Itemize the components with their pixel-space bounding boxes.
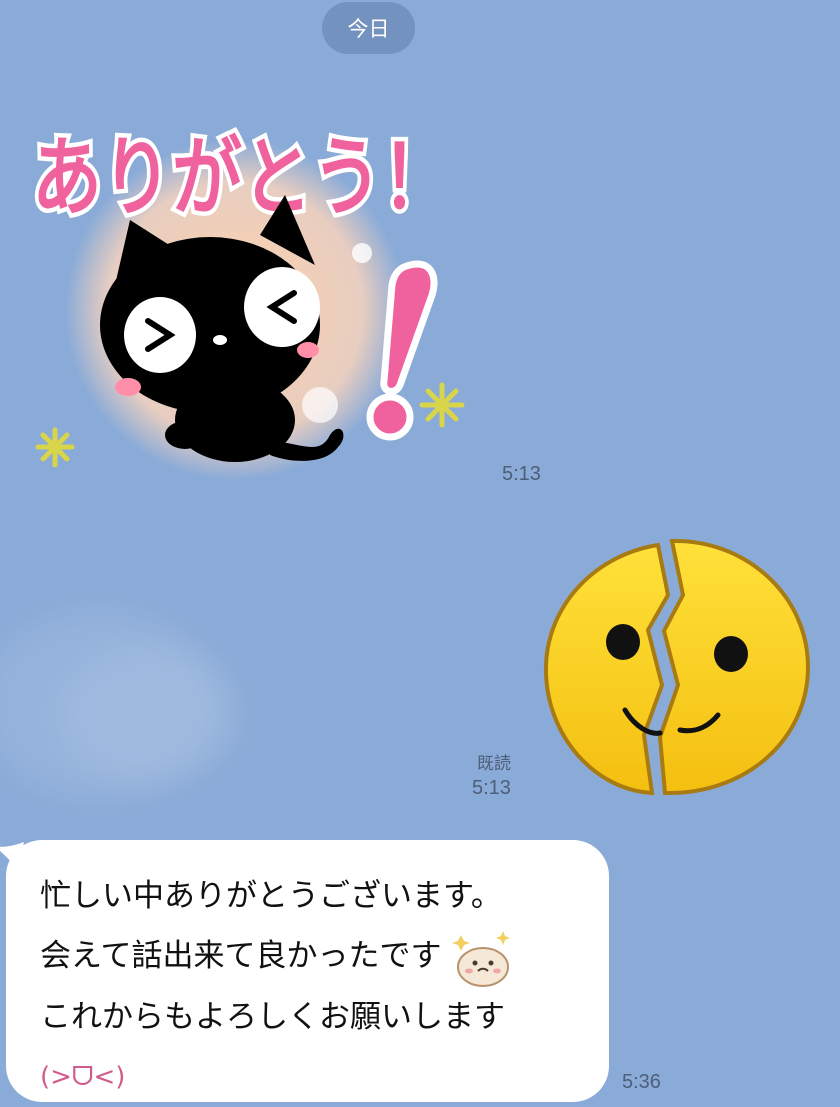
smiley-left-half (543, 542, 671, 796)
sticker-title-text: ありがとう！ (32, 128, 452, 228)
kaomoji: (>ᗜ<) (40, 1061, 126, 1092)
seal-emoji-icon (452, 930, 511, 987)
cat-cheek-left (115, 378, 141, 396)
message-time: 5:36 (622, 1071, 661, 1093)
message-text-line: 会えて話出来て良かったです (40, 938, 442, 974)
message-text-line: これからもよろしくお願いします (40, 998, 505, 1035)
exclamation-mark (380, 260, 438, 395)
black-cat-thank-you-sticker[interactable]: ありがとう！ (20, 95, 480, 485)
date-divider: 今日 (322, 2, 415, 54)
message-text-line: 忙しい中ありがとうございます。 (40, 878, 502, 914)
message-time: 5:13 (502, 463, 541, 485)
background-cloud (60, 650, 240, 780)
message-text-line-with-emoji: 会えて話出来て良かったです (40, 926, 609, 987)
bubble-tail (0, 842, 24, 870)
message-bubble[interactable]: 忙しい中ありがとうございます。 会えて話出来て良かったです これからもよろしくお… (0, 840, 609, 1102)
message-time: 5:13 (472, 777, 511, 799)
cat-right-eye (244, 267, 320, 347)
read-status: 既読 (477, 754, 511, 774)
cat-paw (165, 421, 205, 449)
broken-smiley-face-sticker[interactable] (540, 535, 815, 800)
cat-left-eye (124, 297, 196, 373)
cat-cheek-right (297, 342, 319, 358)
